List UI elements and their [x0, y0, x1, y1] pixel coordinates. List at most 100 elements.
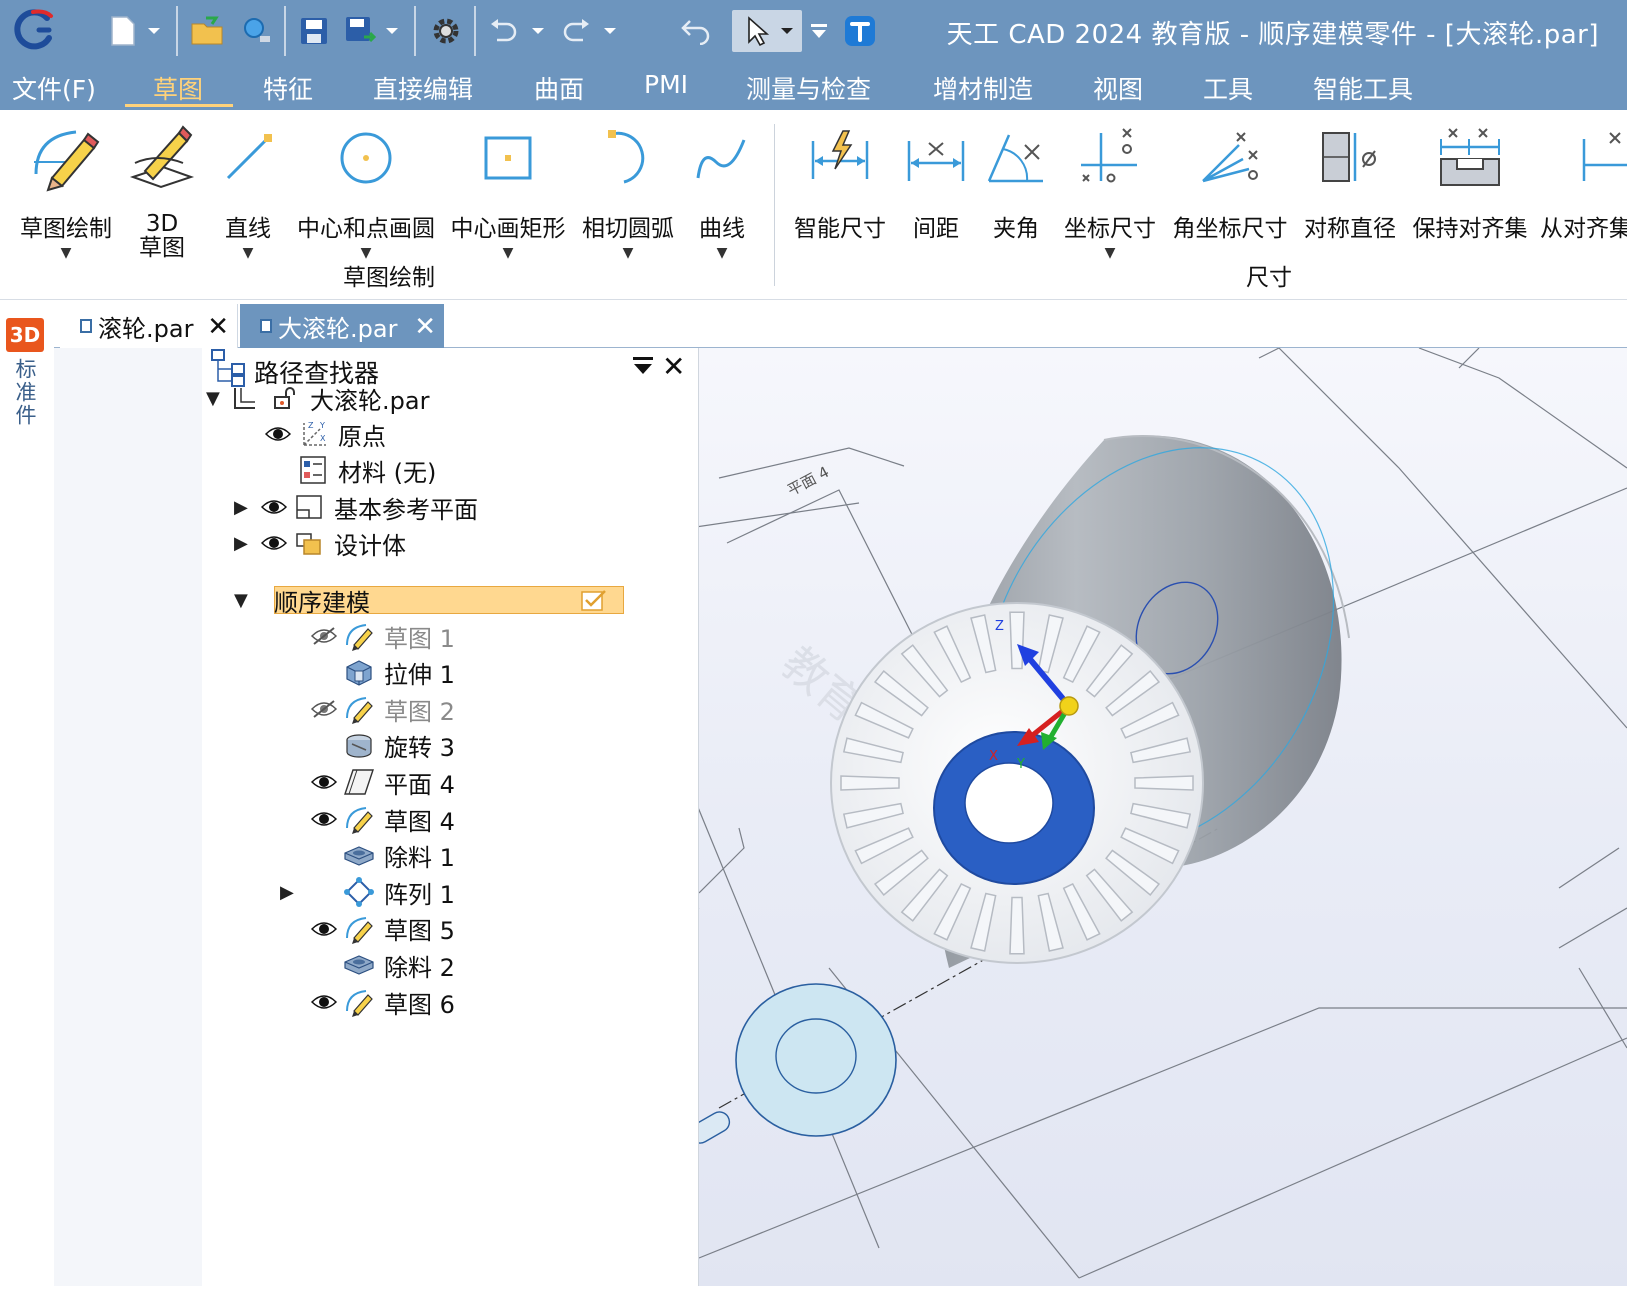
tab-roller-par[interactable]: 滚轮.par ✕ [60, 304, 238, 348]
return-icon[interactable] [676, 10, 716, 52]
tree-root-node[interactable]: ▼ 大滚轮.par [206, 380, 429, 416]
eye-icon[interactable] [260, 426, 296, 442]
eye-icon[interactable] [306, 811, 342, 827]
app-logo-icon[interactable] [8, 9, 60, 52]
tangent-arc-button[interactable]: 相切圆弧 ▼ [578, 122, 678, 260]
chevron-down-icon[interactable]: ▼ [448, 246, 568, 260]
redo-dropdown-icon[interactable] [600, 10, 620, 52]
tree-node-feature[interactable]: 草图 4 [280, 801, 455, 837]
angular-coordinate-dimension-button[interactable]: 角坐标尺寸 [1168, 122, 1292, 242]
tree-node-feature[interactable]: 旋转 3 [280, 728, 455, 764]
select-tool-button[interactable] [732, 10, 802, 52]
tree-node-feature[interactable]: 拉伸 1 [280, 655, 455, 691]
menu-smart-tools[interactable]: 智能工具 [1313, 70, 1413, 106]
customize-toolbar-icon[interactable] [806, 10, 832, 52]
menu-view[interactable]: 视图 [1093, 70, 1143, 106]
chevron-down-icon[interactable]: ▼ [14, 246, 118, 260]
3d-badge-icon[interactable]: 3D [6, 318, 44, 352]
coordinate-dimension-button[interactable]: 坐标尺寸 ▼ [1058, 122, 1162, 260]
tree-node-ordered-modeling[interactable]: ▼ 顺序建模 [234, 582, 370, 618]
collapse-arrow-icon[interactable]: ▼ [206, 388, 228, 409]
eye-icon[interactable] [306, 921, 342, 937]
standard-parts-tab[interactable]: 标准件 [10, 358, 40, 427]
redo-icon[interactable] [558, 10, 594, 52]
tab-big-roller-par[interactable]: 大滚轮.par ✕ [240, 304, 444, 348]
menu-additive[interactable]: 增材制造 [933, 70, 1033, 106]
from-alignment-set-button[interactable]: 从对齐集 [1540, 122, 1627, 242]
washer-part[interactable] [735, 983, 897, 1137]
chevron-down-icon[interactable]: ▼ [1058, 246, 1162, 260]
menu-file[interactable]: 文件(F) [12, 70, 96, 106]
tree-node-origin[interactable]: ZYX 原点 [260, 416, 386, 452]
open-folder-icon[interactable] [188, 10, 228, 52]
ordered-checkbox-icon[interactable] [580, 588, 608, 612]
collapse-arrow-icon[interactable]: ▼ [234, 590, 256, 611]
panel-options-icon[interactable] [632, 356, 654, 382]
expand-arrow-icon[interactable]: ▶ [280, 882, 302, 903]
eye-hidden-icon[interactable] [306, 626, 342, 646]
sketch-icon [342, 621, 376, 651]
expand-arrow-icon[interactable]: ▶ [234, 497, 256, 518]
close-icon[interactable]: ✕ [414, 312, 436, 342]
save-as-icon[interactable] [342, 10, 378, 52]
menu-direct-edit[interactable]: 直接编辑 [373, 70, 473, 106]
expand-arrow-icon[interactable]: ▶ [234, 533, 256, 554]
3d-graphics-viewport[interactable]: 平面 4 教育 Z X Y [699, 348, 1627, 1290]
center-rectangle-button[interactable]: 中心画矩形 ▼ [448, 122, 568, 260]
tree-node-material[interactable]: 材料 (无) [260, 452, 436, 488]
smart-dimension-icon [811, 130, 869, 179]
undo-dropdown-icon[interactable] [528, 10, 548, 52]
tree-node-feature[interactable]: 除料 2 [280, 947, 455, 983]
menu-tools[interactable]: 工具 [1203, 70, 1253, 106]
tree-node-feature[interactable]: 草图 2 [280, 691, 455, 727]
tree-node-feature[interactable]: 平面 4 [280, 764, 455, 800]
tree-node-feature[interactable]: 草图 6 [280, 984, 455, 1020]
line-button[interactable]: 直线 ▼ [210, 122, 286, 260]
undo-icon[interactable] [486, 10, 522, 52]
new-dropdown-icon[interactable] [144, 10, 164, 52]
eye-icon[interactable] [256, 535, 292, 551]
tree-node-feature[interactable]: 除料 1 [280, 838, 455, 874]
find-model-icon[interactable] [236, 10, 276, 52]
symmetric-diameter-button[interactable]: 对称直径 [1298, 122, 1402, 242]
eye-icon[interactable] [306, 774, 342, 790]
tree-node-feature[interactable]: 草图 5 [280, 911, 455, 947]
menu-bar: 文件(F) 草图 特征 直接编辑 曲面 PMI 测量与检查 增材制造 视图 工具… [0, 62, 1627, 110]
tree-node-feature[interactable]: 草图 1 [280, 618, 455, 654]
menu-measure-inspect[interactable]: 测量与检查 [746, 70, 871, 106]
tree-node-reference-planes[interactable]: ▶ 基本参考平面 [234, 489, 478, 525]
smart-dimension-button[interactable]: 智能尺寸 [788, 122, 892, 242]
chevron-down-icon[interactable]: ▼ [578, 246, 678, 260]
close-icon[interactable]: ✕ [662, 350, 685, 383]
chevron-down-icon[interactable]: ▼ [686, 246, 758, 260]
tree-node-design-body[interactable]: ▶ 设计体 [234, 525, 406, 561]
hub-ring[interactable] [933, 731, 1095, 885]
menu-pmi[interactable]: PMI [644, 70, 688, 99]
distance-button[interactable]: 间距 [898, 122, 974, 242]
status-strip [0, 1286, 1627, 1290]
save-dropdown-icon[interactable] [382, 10, 402, 52]
chevron-down-icon[interactable]: ▼ [210, 246, 286, 260]
menu-sketch[interactable]: 草图 [153, 70, 203, 106]
angle-button[interactable]: 夹角 [980, 122, 1052, 242]
save-icon[interactable] [296, 10, 332, 52]
eye-hidden-icon[interactable] [306, 699, 342, 719]
tree-node-label: 材料 (无) [338, 458, 437, 487]
eye-icon[interactable] [256, 499, 292, 515]
curve-button[interactable]: 曲线 ▼ [686, 122, 758, 260]
tree-node-label: 阵列 1 [384, 880, 455, 909]
pin-part[interactable] [699, 1108, 733, 1146]
center-point-circle-button[interactable]: 中心和点画圆 ▼ [292, 122, 440, 260]
sketch-draw-button[interactable]: 草图绘制 ▼ [14, 122, 118, 260]
close-icon[interactable]: ✕ [207, 312, 229, 342]
menu-feature[interactable]: 特征 [263, 70, 313, 106]
3d-sketch-button[interactable]: 3D 草图 [124, 122, 200, 260]
pathfinder-panel: 路径查找器 ✕ ▼ 大滚轮.par ZYX 原点 材料 (无) ▶ 基本参考平面 [202, 348, 699, 1290]
tree-node-feature[interactable]: ▶ 阵列 1 [280, 874, 455, 910]
gear-icon[interactable] [426, 10, 466, 52]
tiangong-t-icon[interactable] [840, 10, 880, 52]
eye-icon[interactable] [306, 994, 342, 1010]
menu-surface[interactable]: 曲面 [534, 70, 584, 106]
keep-alignment-set-button[interactable]: 保持对齐集 [1406, 122, 1534, 242]
new-file-icon[interactable] [106, 10, 140, 52]
